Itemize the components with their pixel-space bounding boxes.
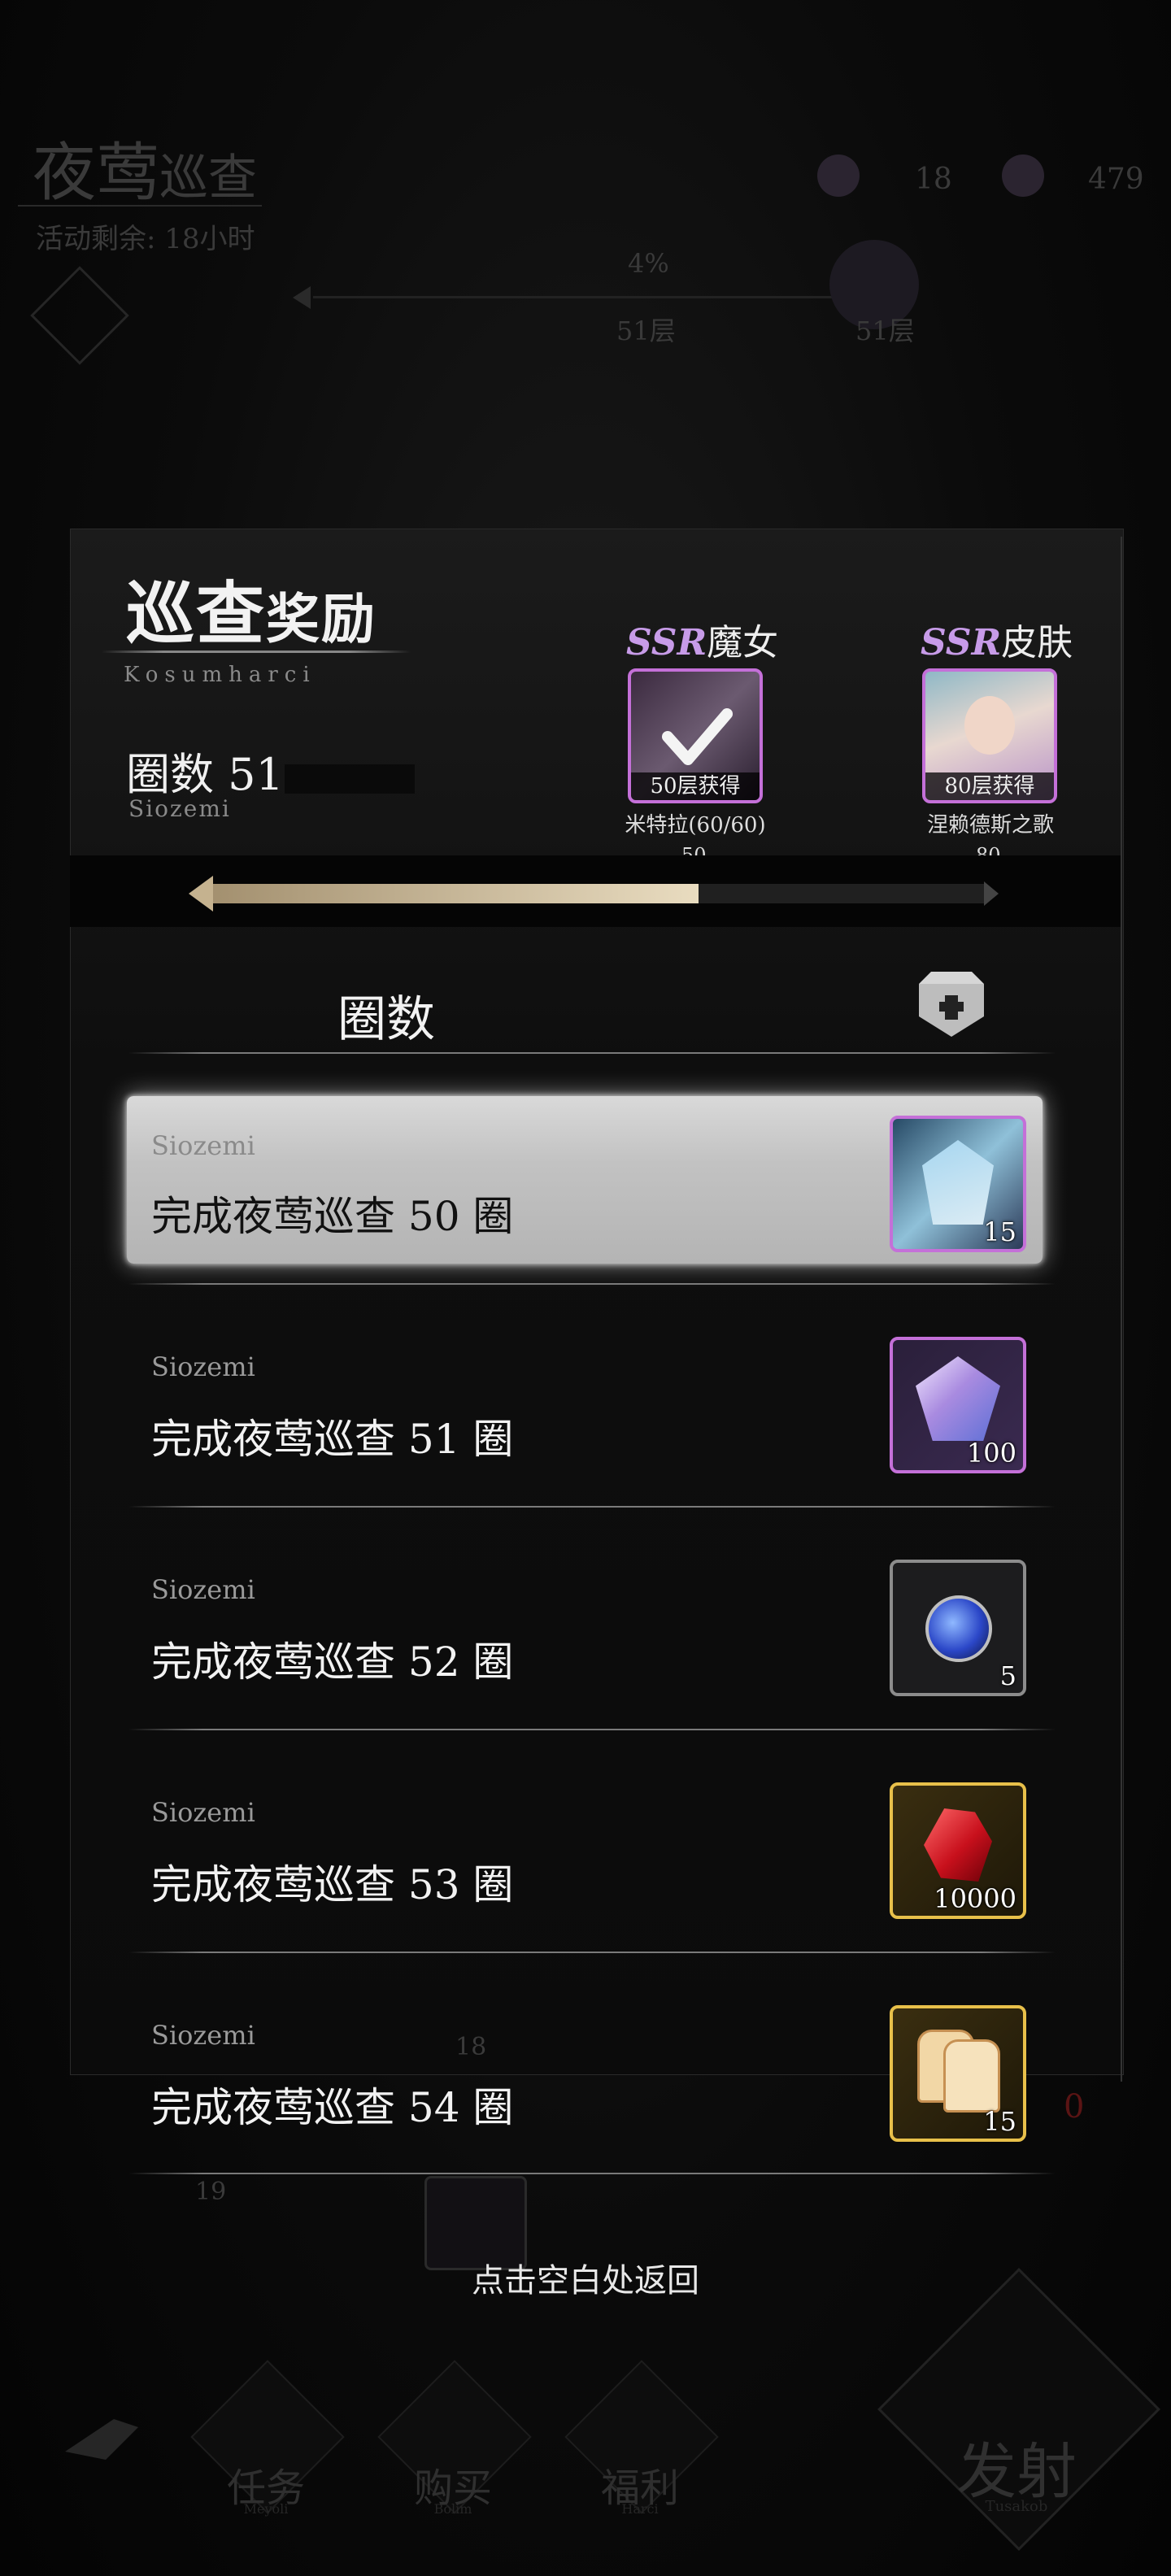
- task-row-sub: Siozemi: [151, 1351, 255, 1382]
- row-divider: [128, 1283, 1056, 1285]
- nav-buy[interactable]: 购买 Bolim: [376, 2358, 532, 2517]
- row-divider: [128, 1052, 1056, 1054]
- reward-item-54[interactable]: 15: [890, 2005, 1026, 2142]
- laps-count: 圈数 51: [126, 749, 284, 800]
- blue-orb-icon: [925, 1595, 992, 1662]
- reward-count: 15: [983, 2106, 1016, 2137]
- milestone-1-name: 米特拉(60/60): [625, 813, 766, 838]
- red-gem-icon: [924, 1808, 992, 1882]
- nav-welfare-sub: Harci: [621, 2501, 659, 2517]
- task-row-sub: Siozemi: [151, 1797, 255, 1828]
- row-divider: [128, 2173, 1056, 2174]
- map-number: 19: [195, 2178, 227, 2206]
- reward-item-52[interactable]: 5: [890, 1560, 1026, 1696]
- nav-buy-sub: Bolim: [433, 2501, 472, 2517]
- nav-task-sub: Meyoli: [243, 2501, 289, 2517]
- milestone-1-thumbnail[interactable]: 50层获得: [628, 668, 763, 803]
- reward-count: 10000: [934, 1883, 1016, 1914]
- task-row-sub: Siozemi: [151, 1574, 255, 1605]
- laps-bar: [285, 764, 415, 794]
- character-portrait-icon: [964, 696, 1015, 755]
- fire-button[interactable]: 发射 Tusakob: [877, 2268, 1160, 2551]
- bread-slice-shape: [943, 2039, 1000, 2113]
- task-row-title: 完成夜莺巡查 51 圈: [151, 1416, 514, 1463]
- floor-percent: 4%: [628, 248, 669, 279]
- modal-right-edge: [1121, 537, 1122, 2082]
- reward-count: 100: [966, 1438, 1016, 1469]
- gem-crystal-icon: [916, 1356, 1000, 1441]
- milestone-2-rarity: SSR皮肤: [921, 622, 1073, 664]
- event-remaining-time: 活动剩余: 18小时: [36, 223, 255, 255]
- progress-right-arrow-icon: [984, 881, 999, 906]
- milestone-2-thumbnail[interactable]: 80层获得: [922, 668, 1057, 803]
- milestone-1-rarity: SSR魔女: [626, 622, 779, 664]
- currency-gem-icon: [817, 154, 860, 197]
- reward-count: 15: [983, 1216, 1016, 1247]
- progress-left-arrow-icon: [189, 876, 213, 912]
- task-row-title: 完成夜莺巡查 50 圈: [151, 1193, 514, 1240]
- row-divider: [128, 1729, 1056, 1730]
- currency-1-value: 18: [915, 163, 952, 196]
- title-underline: [18, 205, 262, 207]
- left-arrow-icon: [293, 286, 311, 309]
- reward-progress-fill: [211, 884, 699, 903]
- floor-right-label: 51层: [855, 315, 915, 346]
- modal-title-latin: Kosumharci: [124, 663, 316, 687]
- crystal-portrait-icon: [922, 1140, 994, 1225]
- nav-welfare[interactable]: 福利 Harci: [563, 2358, 719, 2517]
- laps-latin: Siozemi: [128, 795, 231, 822]
- task-row-sub: Siozemi: [151, 2020, 255, 2051]
- milestone-2-name: 涅赖德斯之歌: [926, 813, 1054, 838]
- column-header: 圈数: [337, 991, 435, 1048]
- floor-left-label: 51层: [616, 315, 676, 346]
- currency-gem-icon: [1002, 154, 1044, 197]
- fire-sub: Tusakob: [985, 2498, 1048, 2515]
- row-divider: [128, 1952, 1056, 1953]
- task-row-title: 完成夜莺巡查 52 圈: [151, 1638, 514, 1686]
- modal-title: 巡查奖励: [126, 573, 377, 654]
- task-row-sub: Siozemi: [151, 1130, 255, 1161]
- nav-task[interactable]: 任务 Meyoli: [189, 2358, 345, 2517]
- chest-icon[interactable]: [907, 959, 996, 1049]
- fire-label: 发射: [956, 2437, 1077, 2507]
- currency-2-value: 479: [1088, 163, 1144, 196]
- milestone-1-badge: 50层获得: [631, 772, 760, 800]
- floor-progress-bar: [313, 296, 834, 298]
- reward-item-53[interactable]: 10000: [890, 1782, 1026, 1919]
- event-title: 夜莺巡查: [33, 137, 258, 210]
- task-row-title: 完成夜莺巡查 54 圈: [151, 2084, 514, 2131]
- map-number: 18: [455, 2033, 487, 2061]
- task-row-title: 完成夜莺巡查 53 圈: [151, 1861, 514, 1908]
- milestone-2-badge: 80层获得: [925, 772, 1054, 800]
- reward-item-50[interactable]: 15: [890, 1116, 1026, 1252]
- reward-item-51[interactable]: 100: [890, 1337, 1026, 1473]
- red-counter: 0: [1064, 2088, 1085, 2126]
- title-underline: [102, 651, 411, 653]
- reward-count: 5: [999, 1660, 1016, 1691]
- row-divider: [128, 1506, 1056, 1508]
- feather-back-icon[interactable]: [57, 2403, 146, 2492]
